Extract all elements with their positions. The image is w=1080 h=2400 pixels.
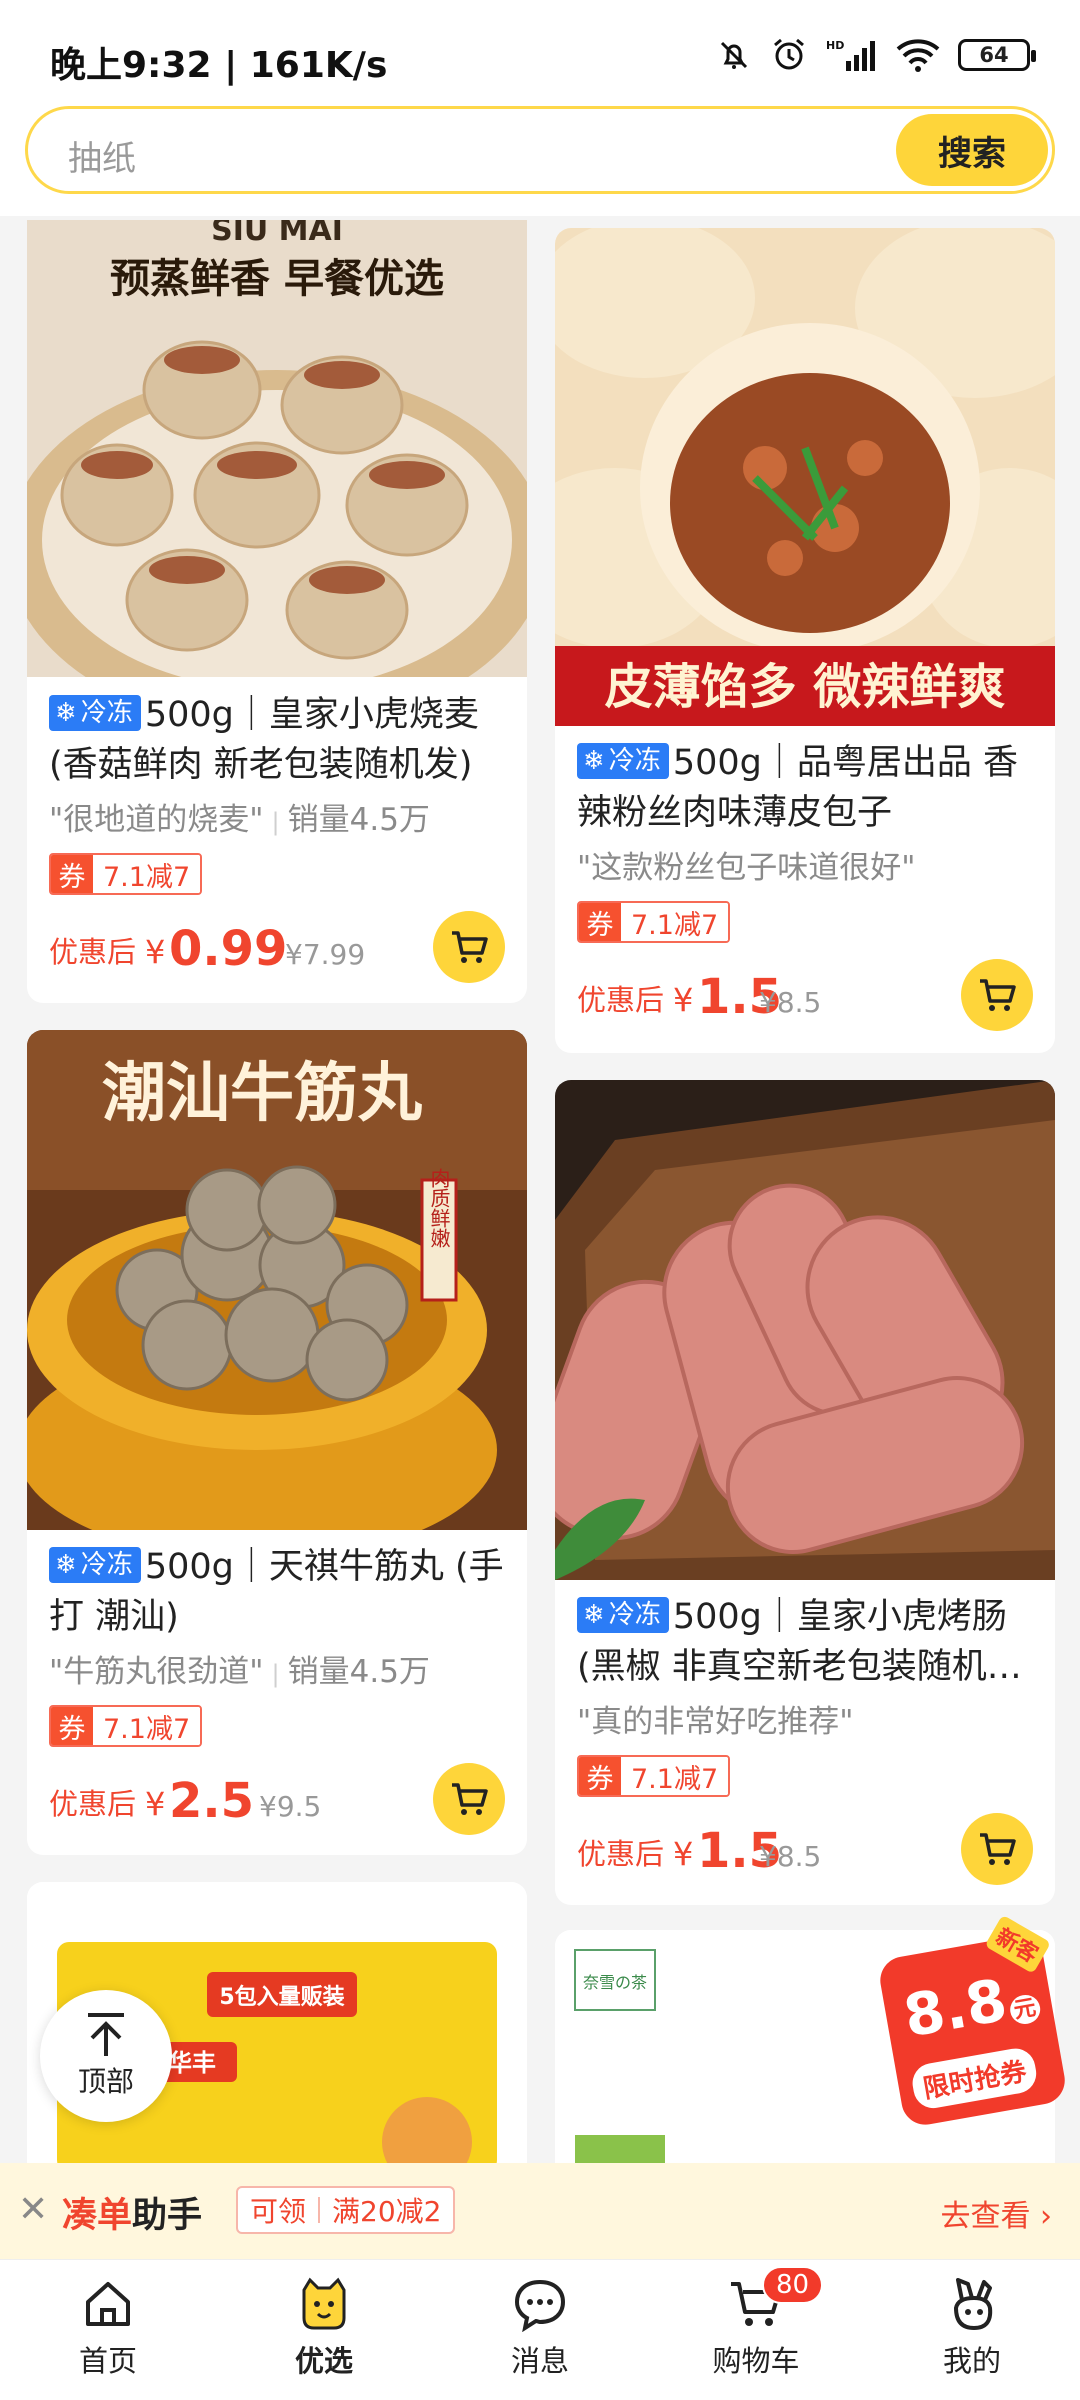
product-review: "真的非常好吃推荐" xyxy=(577,1704,854,1740)
product-card[interactable]: ❄冷冻500g｜皇家小虎烤肠(黑椒 非真空新老包装随机发) "真的非常好吃推荐"… xyxy=(555,1080,1055,1905)
product-title: ❄ 冷冻 500g｜皇家小虎烧麦(香菇鲜肉 新老包装随机发) xyxy=(49,695,479,785)
product-card[interactable]: 皮薄馅多 微辣鲜爽 ❄ 冷冻 500g｜品粤居出品 香辣粉丝肉味薄皮包子 "这款粉丝… xyxy=(555,228,1055,1053)
mascot-icon xyxy=(302,2277,346,2330)
product-card[interactable]: SIU MAI 预蒸鲜香 早餐优选 ❄ 冷冻 500g｜皇家小虎烧麦(香菇鲜肉 新老… xyxy=(27,220,527,1003)
brand-label: 华丰 xyxy=(168,2049,216,2077)
brand-label: 奈雪の茶 xyxy=(583,1973,647,1992)
status-icons: HD 64 xyxy=(716,36,1036,74)
svg-text:HD: HD xyxy=(826,39,844,52)
coupon-tag: 券 7.1减7 xyxy=(49,853,203,895)
price-value: 2.5 xyxy=(169,1773,255,1829)
image-title: 潮汕牛筋丸 xyxy=(102,1056,422,1131)
cart-icon xyxy=(452,931,488,963)
coupon-tag: 券 7.1减7 xyxy=(577,1755,731,1797)
promo-unit: 元 xyxy=(1007,1992,1043,2027)
image-side-text: 肉质鲜嫩 xyxy=(427,1168,451,1248)
product-review: "很地道的烧麦" | 销量4.5万 xyxy=(49,802,430,838)
pack-label: 5包入量贩装 xyxy=(219,1984,344,2010)
status-time: 晚上9:32 | 161K/s xyxy=(50,45,388,86)
rabbit-icon xyxy=(953,2278,993,2331)
back-to-top-button[interactable]: 顶部 xyxy=(40,1990,172,2122)
search-input[interactable]: 抽纸 搜索 xyxy=(25,106,1055,194)
sales-count: 销量4.5万 xyxy=(287,802,430,838)
back-to-top-label: 顶部 xyxy=(77,2065,134,2098)
signal-icon: HD xyxy=(826,39,875,71)
add-to-cart-button[interactable] xyxy=(961,1813,1033,1885)
image-subtitle: SIU MAI xyxy=(211,220,343,248)
frozen-tag: ❄ 冷冻 xyxy=(577,1597,669,1633)
tab-home[interactable]: 首页 xyxy=(0,2260,216,2400)
product-title: ❄ 冷冻 500g｜品粤居出品 香辣粉丝肉味薄皮包子 xyxy=(577,743,1018,833)
product-review: "这款粉丝包子味道很好" xyxy=(577,850,916,886)
original-price: ¥7.99 xyxy=(285,938,366,971)
snowflake-icon: ❄ xyxy=(55,1550,77,1580)
product-card[interactable]: 肉质鲜嫩 潮汕牛筋丸 ❄ 冷冻 500g｜天祺牛筋丸 (手打 潮汕) "牛筋丸很劲道… xyxy=(27,1030,527,1855)
coupon-tag: 券 7.1减7 xyxy=(49,1705,203,1747)
product-title: ❄ 冷冻 500g｜天祺牛筋丸 (手打 潮汕) xyxy=(49,1547,504,1637)
wifi-icon xyxy=(896,39,940,72)
original-price: ¥8.5 xyxy=(759,1840,822,1873)
sales-count: 销量4.5万 xyxy=(287,1654,430,1690)
search-button[interactable]: 搜索 xyxy=(896,114,1048,186)
image-title: 预蒸鲜香 早餐优选 xyxy=(110,256,444,302)
search-placeholder: 抽纸 xyxy=(68,139,136,179)
assistant-coupon-pill: 可领 满20减2 xyxy=(236,2186,456,2234)
tab-featured[interactable]: 优选 xyxy=(216,2260,432,2400)
frozen-tag: ❄ 冷冻 xyxy=(49,1547,141,1583)
promo-sticker[interactable]: 新客 8.8元 限时抢券 xyxy=(875,1914,1075,2139)
snowflake-icon: ❄ xyxy=(583,1600,605,1630)
price-row: 优惠后 ¥ 1.5 ¥8.5 xyxy=(577,959,1033,1031)
alarm-icon xyxy=(774,38,804,70)
original-price: ¥8.5 xyxy=(759,986,822,1019)
bottom-tab-bar: 首页 优选 消息 80 购物车 我的 xyxy=(0,2259,1080,2400)
cart-icon xyxy=(980,979,1016,1011)
product-image: 肉质鲜嫩 潮汕牛筋丸 xyxy=(27,1030,527,1530)
home-icon xyxy=(86,2282,130,2326)
product-image: 皮薄馅多 微辣鲜爽 xyxy=(555,228,1055,726)
chevron-right-icon: › xyxy=(1040,2199,1052,2234)
price-row: 优惠后 ¥ 0.99 ¥7.99 xyxy=(49,911,505,983)
arrow-up-icon xyxy=(88,2013,124,2056)
order-assistant-bar[interactable]: ✕ 凑单 助手 可领 满20减2 去查看 › xyxy=(0,2163,1080,2259)
add-to-cart-button[interactable] xyxy=(961,959,1033,1031)
coupon-tag: 券 7.1减7 xyxy=(577,901,731,943)
price-row: 优惠后 ¥ 1.5 ¥8.5 xyxy=(577,1813,1033,1885)
price-row: 优惠后 ¥ 2.5 ¥9.5 xyxy=(49,1763,505,1835)
message-icon xyxy=(514,2279,566,2332)
assistant-name-red: 凑单 xyxy=(62,2196,133,2236)
assistant-name: 助手 xyxy=(132,2196,203,2236)
close-icon[interactable]: ✕ xyxy=(18,2189,48,2230)
view-link[interactable]: 去查看 › xyxy=(940,2191,1052,2235)
cart-badge: 80 xyxy=(762,2266,824,2304)
add-to-cart-button[interactable] xyxy=(433,911,505,983)
snowflake-icon: ❄ xyxy=(583,746,605,776)
price-label: 优惠后 xyxy=(577,983,665,1017)
add-to-cart-button[interactable] xyxy=(433,1763,505,1835)
tab-cart[interactable]: 80 购物车 xyxy=(648,2260,864,2400)
tab-messages[interactable]: 消息 xyxy=(432,2260,648,2400)
price-label: 优惠后 xyxy=(49,1787,137,1821)
snowflake-icon: ❄ xyxy=(55,698,77,728)
battery-indicator: 64 xyxy=(958,39,1036,71)
tab-profile[interactable]: 我的 xyxy=(864,2260,1080,2400)
original-price: ¥9.5 xyxy=(259,1790,322,1823)
cart-icon xyxy=(980,1833,1016,1865)
status-bar: 晚上9:32 | 161K/s HD 64 xyxy=(0,0,1080,106)
mute-bell-icon xyxy=(720,41,748,69)
price-label: 优惠后 xyxy=(577,1837,665,1871)
product-review: "牛筋丸很劲道" | 销量4.5万 xyxy=(49,1654,430,1690)
price-value: 0.99 xyxy=(169,921,288,977)
price-label: 优惠后 xyxy=(49,935,137,969)
image-title: 皮薄馅多 微辣鲜爽 xyxy=(605,659,1006,715)
frozen-tag: ❄ 冷冻 xyxy=(577,743,669,779)
product-title: ❄冷冻500g｜皇家小虎烤肠(黑椒 非真空新老包装随机发) xyxy=(577,1597,1007,1687)
search-bar: 抽纸 搜索 xyxy=(0,106,1080,216)
product-image: SIU MAI 预蒸鲜香 早餐优选 xyxy=(27,220,527,677)
product-image xyxy=(555,1080,1055,1580)
frozen-tag: ❄ 冷冻 xyxy=(49,695,141,731)
cart-icon xyxy=(452,1783,488,1815)
